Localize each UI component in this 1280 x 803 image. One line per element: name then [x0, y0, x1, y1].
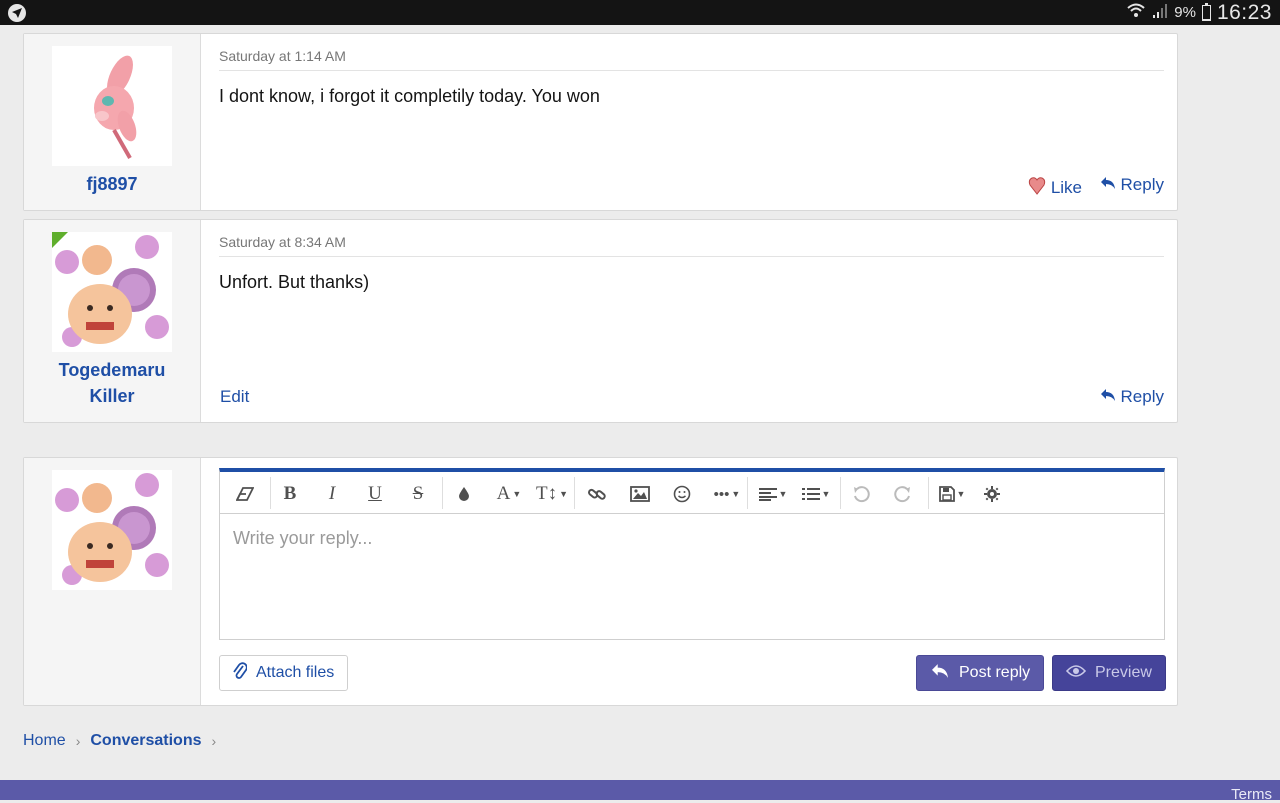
toolbar-separator [747, 477, 748, 509]
username[interactable]: fj8897 [24, 171, 200, 197]
clock: 16:23 [1216, 0, 1272, 24]
chevron-right-icon: › [75, 733, 81, 749]
message-user-panel: Togedemaru Killer [24, 220, 201, 422]
breadcrumb: Home › Conversations › [23, 732, 216, 750]
avatar[interactable] [52, 232, 172, 352]
divider [219, 70, 1164, 71]
message-user-panel: fj8897 [24, 34, 201, 210]
reply-label: Reply [1120, 175, 1164, 194]
message-post: Togedemaru Killer Saturday at 8:34 AM Un… [23, 219, 1178, 423]
battery-percent: 9% [1174, 4, 1196, 21]
signal-icon [1152, 3, 1168, 23]
username-line: Togedemaru [58, 360, 166, 380]
font-family-icon[interactable]: A ▼ [490, 477, 528, 511]
footer-bar: Terms [0, 780, 1280, 803]
message-post: fj8897 Saturday at 1:14 AM I dont know, … [23, 33, 1178, 211]
wifi-icon [1126, 2, 1146, 23]
breadcrumb-home[interactable]: Home [23, 732, 66, 750]
editor-toolbar: B I U S A ▼ T↕ ▼ ••• ▼ ▼ ▼ ▼ [219, 468, 1165, 514]
align-icon[interactable]: ▼ [753, 477, 793, 511]
link-icon[interactable] [580, 477, 614, 511]
eraser-icon[interactable] [228, 477, 262, 511]
reply-button[interactable]: Reply [1100, 387, 1164, 407]
bold-icon[interactable]: B [273, 477, 307, 511]
message-body: Saturday at 1:14 AM I dont know, i forgo… [219, 34, 1164, 210]
breadcrumb-conversations[interactable]: Conversations [90, 732, 201, 750]
chevron-right-icon: › [211, 733, 217, 749]
post-reply-button[interactable]: Post reply [916, 655, 1045, 691]
smiley-icon[interactable] [665, 477, 699, 511]
post-text: I dont know, i forgot it completily toda… [219, 86, 600, 106]
divider [219, 256, 1164, 257]
reply-arrow-icon [930, 663, 950, 684]
message-body: Saturday at 8:34 AM Unfort. But thanks) … [219, 220, 1164, 422]
like-button[interactable]: Like [1028, 175, 1082, 200]
reply-arrow-icon [1100, 387, 1116, 407]
reply-button[interactable]: Reply [1100, 175, 1164, 195]
status-bar: 9% 16:23 [0, 0, 1280, 25]
redo-icon[interactable] [886, 477, 920, 511]
username[interactable]: Togedemaru Killer [24, 357, 200, 409]
preview-button[interactable]: Preview [1052, 655, 1166, 691]
save-drafts-icon[interactable]: ▼ [932, 477, 972, 511]
terms-link[interactable]: Terms [1231, 786, 1272, 803]
avatar[interactable] [52, 46, 172, 166]
more-icon[interactable]: ••• ▼ [707, 477, 747, 511]
toolbar-separator [928, 477, 929, 509]
toolbar-separator [840, 477, 841, 509]
toolbar-separator [574, 477, 575, 509]
avatar[interactable] [52, 470, 172, 590]
post-reply-label: Post reply [959, 664, 1031, 681]
online-indicator [52, 232, 68, 248]
underline-icon[interactable]: U [358, 477, 392, 511]
post-date[interactable]: Saturday at 8:34 AM [219, 234, 346, 250]
battery-icon [1201, 2, 1211, 21]
strikethrough-icon[interactable]: S [401, 477, 435, 511]
quick-reply: B I U S A ▼ T↕ ▼ ••• ▼ ▼ ▼ ▼ Write your … [23, 457, 1178, 706]
reply-arrow-icon [1100, 175, 1116, 195]
undo-icon[interactable] [844, 477, 878, 511]
preview-label: Preview [1095, 664, 1152, 681]
eye-icon [1065, 664, 1087, 683]
like-label: Like [1050, 177, 1082, 197]
paperclip-icon [233, 661, 248, 685]
image-icon[interactable] [623, 477, 657, 511]
heart-icon [1028, 175, 1046, 200]
attach-label: Attach files [256, 664, 335, 681]
toolbar-separator [442, 477, 443, 509]
color-drop-icon[interactable] [447, 477, 481, 511]
reply-user-panel [24, 458, 201, 705]
post-text: Unfort. But thanks) [219, 272, 370, 292]
attach-files-button[interactable]: Attach files [219, 655, 349, 691]
list-icon[interactable]: ▼ [796, 477, 836, 511]
settings-icon[interactable] [975, 477, 1009, 511]
font-size-icon[interactable]: T↕ ▼ [532, 477, 572, 511]
reply-textarea[interactable]: Write your reply... [219, 513, 1165, 640]
reply-label: Reply [1120, 387, 1164, 406]
username-line: Killer [89, 386, 135, 406]
navigation-icon [8, 4, 26, 22]
toolbar-separator [270, 477, 271, 509]
edit-button[interactable]: Edit [220, 387, 249, 407]
italic-icon[interactable]: I [315, 477, 349, 511]
post-date[interactable]: Saturday at 1:14 AM [219, 48, 346, 64]
